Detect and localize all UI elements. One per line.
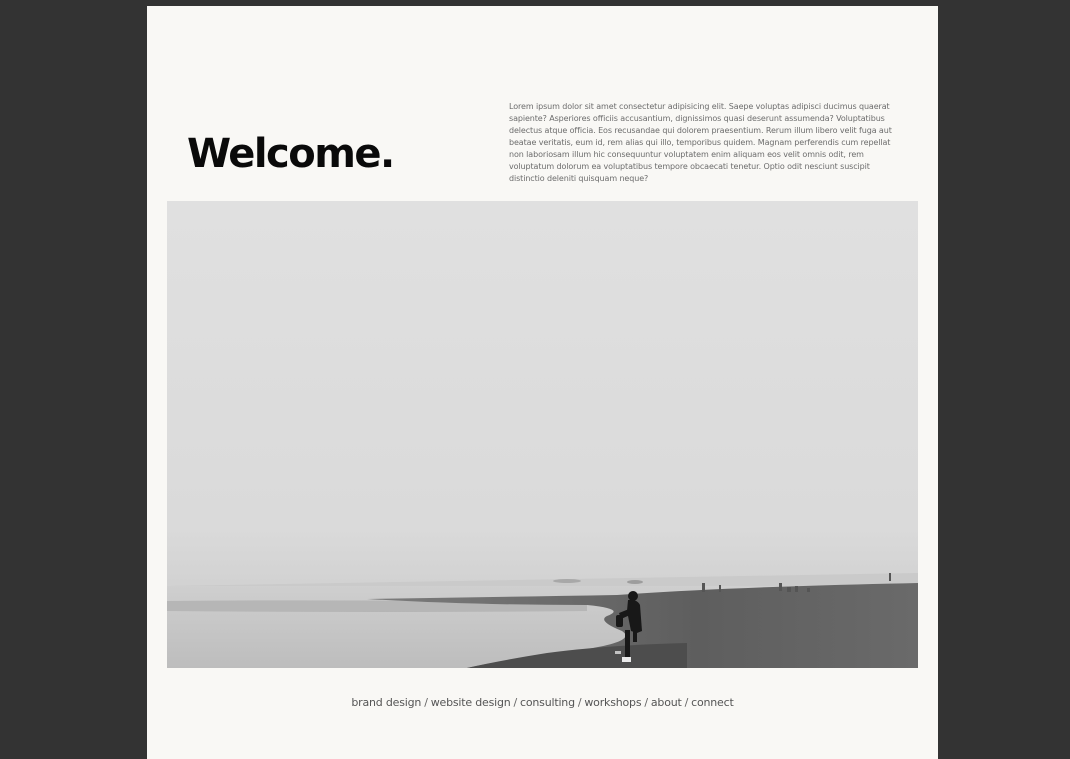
nav-consulting[interactable]: consulting — [520, 696, 575, 709]
nav-separator: / — [424, 696, 428, 709]
nav-separator: / — [684, 696, 689, 709]
nav-separator: / — [513, 696, 518, 709]
page-container: Welcome. Lorem ipsum dolor sit amet cons… — [147, 6, 938, 759]
nav-about[interactable]: about — [651, 696, 682, 709]
nav-separator: / — [577, 696, 582, 709]
nav-separator: / — [644, 696, 648, 709]
foggy-beach-photo — [167, 201, 918, 668]
hero-image — [167, 201, 918, 668]
nav-website-design[interactable]: website design — [431, 696, 511, 709]
nav-workshops[interactable]: workshops — [584, 696, 641, 709]
footer-nav: brand design / website design / consulting / w… — [147, 696, 938, 709]
nav-connect[interactable]: connect — [691, 696, 734, 709]
page-title: Welcome. — [187, 131, 395, 177]
nav-brand-design[interactable]: brand design — [351, 696, 421, 709]
intro-paragraph: Lorem ipsum dolor sit amet consectetur a… — [509, 102, 892, 183]
